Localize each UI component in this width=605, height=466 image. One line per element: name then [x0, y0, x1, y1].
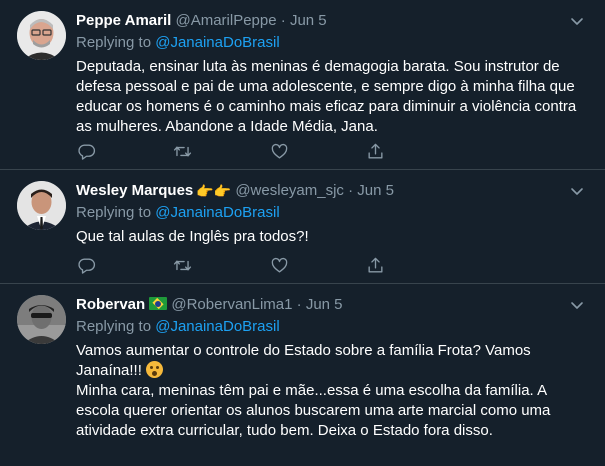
like-button[interactable] — [269, 255, 289, 275]
tweet-actions — [76, 141, 386, 161]
tweet-date[interactable]: Jun 5 — [290, 12, 327, 29]
separator-dot: · — [348, 182, 354, 199]
replying-to: Replying to @JanainaDoBrasil — [76, 33, 585, 53]
author-name[interactable]: Wesley Marques — [76, 182, 193, 199]
reply-icon — [77, 257, 95, 274]
author-name[interactable]: Peppe Amaril — [76, 12, 171, 29]
replying-to: Replying to @JanainaDoBrasil — [76, 203, 585, 223]
retweet-icon — [174, 145, 192, 157]
share-button[interactable] — [366, 255, 386, 275]
retweet-button[interactable] — [173, 255, 193, 275]
tweet[interactable]: Robervan @RobervanLima1 · Jun 5 Replying… — [0, 284, 605, 466]
tweet-date[interactable]: Jun 5 — [306, 296, 343, 313]
replying-to: Replying to @JanainaDoBrasil — [76, 317, 585, 337]
tweet-date[interactable]: Jun 5 — [357, 182, 394, 199]
tweet[interactable]: Peppe Amaril @AmarilPeppe · Jun 5 Replyi… — [0, 0, 605, 170]
avatar[interactable] — [17, 11, 66, 60]
avatar[interactable] — [17, 295, 66, 344]
replying-prefix: Replying to — [76, 318, 156, 335]
tweet-text-part1: Vamos aumentar o controle do Estado sobr… — [76, 342, 535, 379]
share-button[interactable] — [366, 141, 386, 161]
replying-to-link[interactable]: @JanainaDoBrasil — [155, 318, 279, 335]
brazil-flag-icon — [149, 297, 168, 310]
tweet-feed: Peppe Amaril @AmarilPeppe · Jun 5 Replyi… — [0, 0, 605, 466]
tweet-text-part2: Minha cara, meninas têm pai e mãe...essa… — [76, 382, 551, 439]
author-handle[interactable]: @AmarilPeppe — [175, 12, 276, 29]
author-name[interactable]: Robervan — [76, 296, 145, 313]
replying-prefix: Replying to — [76, 34, 156, 51]
chevron-down-icon[interactable] — [569, 183, 585, 199]
reply-button[interactable] — [76, 141, 96, 161]
reply-button[interactable] — [76, 255, 96, 275]
separator-dot: · — [296, 296, 302, 313]
retweet-icon — [174, 259, 192, 271]
surprised-face-emoji — [146, 361, 164, 378]
tweet-text: Vamos aumentar o controle do Estado sobr… — [76, 341, 585, 441]
pointing-hands-emoji: 👉👉 — [196, 183, 232, 199]
replying-to-link[interactable]: @JanainaDoBrasil — [155, 34, 279, 51]
like-button[interactable] — [269, 141, 289, 161]
author-handle[interactable]: @RobervanLima1 — [171, 296, 292, 313]
author-handle[interactable]: @wesleyam_sjc — [235, 182, 344, 199]
avatar[interactable] — [17, 181, 66, 230]
heart-icon — [271, 143, 288, 159]
chevron-down-icon[interactable] — [569, 297, 585, 313]
tweet-text: Deputada, ensinar luta às meninas é dema… — [76, 58, 581, 135]
tweet-text: Que tal aulas de Inglês pra todos?! — [76, 228, 309, 245]
separator-dot: · — [280, 12, 286, 29]
tweet[interactable]: Wesley Marques 👉👉 @wesleyam_sjc · Jun 5 R… — [0, 170, 605, 284]
replying-prefix: Replying to — [76, 204, 156, 221]
chevron-down-icon[interactable] — [569, 13, 585, 29]
tweet-actions — [76, 255, 386, 275]
reply-icon — [77, 143, 95, 160]
share-icon — [368, 257, 383, 273]
heart-icon — [271, 257, 288, 273]
replying-to-link[interactable]: @JanainaDoBrasil — [155, 204, 279, 221]
retweet-button[interactable] — [173, 141, 193, 161]
share-icon — [368, 143, 383, 159]
